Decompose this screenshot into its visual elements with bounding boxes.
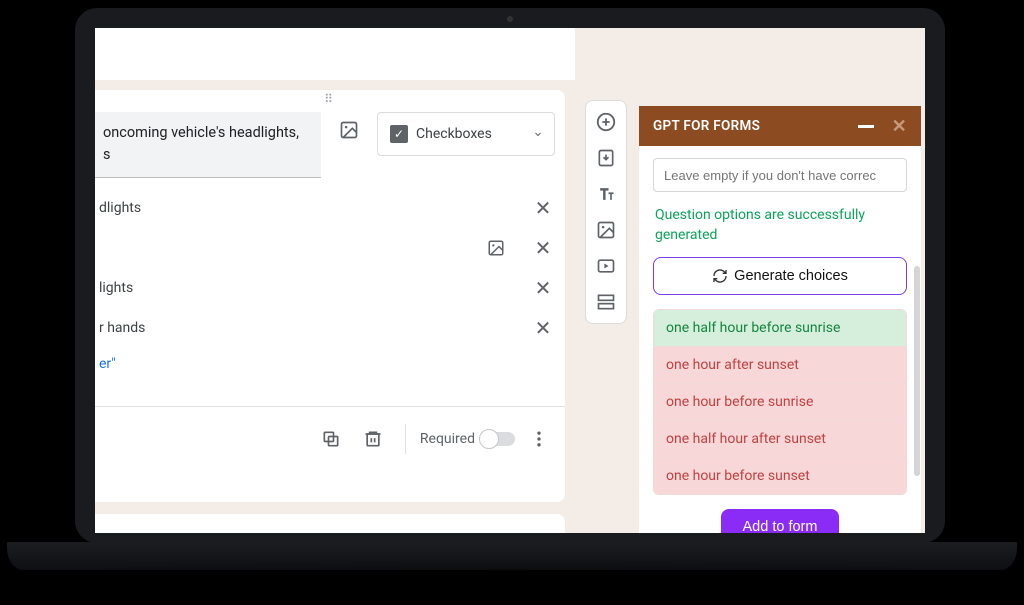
option-row: r hands ✕ [95,308,559,348]
delete-button[interactable] [355,421,391,457]
divider [405,424,406,454]
trash-icon [363,429,383,449]
laptop-shadow [30,564,990,600]
choices-list: one half hour before sunrise one hour af… [653,309,907,495]
correct-answer-input[interactable] [653,158,907,192]
question-card: ⠿ oncoming vehicle's headlights, s ✓ Che… [95,90,565,502]
tools-rail [585,100,627,324]
laptop-camera [507,16,513,22]
add-other-link[interactable]: er" [95,348,559,380]
more-button[interactable] [521,421,557,457]
question-image-button[interactable] [331,112,367,148]
option-label[interactable]: lights [95,280,519,296]
image-icon [487,239,505,257]
copy-icon [321,429,341,449]
option-label[interactable]: r hands [95,320,519,336]
choice-item[interactable]: one hour before sunrise [654,383,906,420]
remove-option-button[interactable]: ✕ [527,316,559,340]
image-icon [339,120,359,140]
remove-option-button[interactable]: ✕ [527,236,559,260]
option-row: lights ✕ [95,268,559,308]
gpt-panel: GPT FOR FORMS ✕ Question options are suc… [639,106,921,533]
question-type-label: Checkboxes [416,126,492,142]
minimize-button[interactable] [858,125,874,128]
close-button[interactable]: ✕ [892,116,907,137]
question-type-select[interactable]: ✓ Checkboxes [377,112,555,156]
add-title-button[interactable] [591,179,621,209]
section-icon [596,292,616,312]
option-row: dlights ✕ [95,188,559,228]
gpt-panel-header: GPT FOR FORMS ✕ [639,106,921,146]
required-toggle[interactable] [481,432,515,446]
option-image-button[interactable] [487,239,519,257]
import-icon [596,148,616,168]
choice-item[interactable]: one hour after sunset [654,346,906,383]
required-label: Required [420,431,475,447]
screen: ⠿ oncoming vehicle's headlights, s ✓ Che… [95,28,925,533]
generate-choices-label: Generate choices [734,268,848,284]
choice-item[interactable]: one half hour before sunrise [654,310,906,346]
add-video-button[interactable] [591,251,621,281]
plus-circle-icon [595,111,617,133]
laptop-frame: ⠿ oncoming vehicle's headlights, s ✓ Che… [75,8,945,543]
option-label[interactable]: dlights [95,200,519,216]
choice-item[interactable]: one half hour after sunset [654,420,906,457]
add-image-button[interactable] [591,215,621,245]
next-question-card[interactable] [95,514,565,533]
import-questions-button[interactable] [591,143,621,173]
remove-option-button[interactable]: ✕ [527,196,559,220]
option-row: ✕ [95,228,559,268]
choice-item[interactable]: one hour before sunset [654,457,906,494]
status-message: Question options are successfully genera… [655,206,905,245]
gpt-panel-title: GPT FOR FORMS [653,118,760,134]
add-question-button[interactable] [591,107,621,137]
video-icon [596,256,616,276]
remove-option-button[interactable]: ✕ [527,276,559,300]
add-to-form-button[interactable]: Add to form [721,509,840,533]
chevron-down-icon [532,128,544,140]
generate-choices-button[interactable]: Generate choices [653,257,907,295]
question-footer: Required [95,407,565,469]
text-title-icon [596,184,616,204]
image-icon [596,220,616,240]
options-list: dlights ✕ ✕ lights ✕ r hands ✕ [95,178,565,384]
question-text-input[interactable]: oncoming vehicle's headlights, s [95,112,321,178]
more-vertical-icon [529,429,549,449]
duplicate-button[interactable] [313,421,349,457]
add-section-button[interactable] [591,287,621,317]
checkbox-icon: ✓ [390,125,408,143]
app-topbar [95,28,575,80]
scrollbar[interactable] [914,266,920,476]
drag-handle-icon[interactable]: ⠿ [95,90,565,108]
refresh-icon [712,268,728,284]
